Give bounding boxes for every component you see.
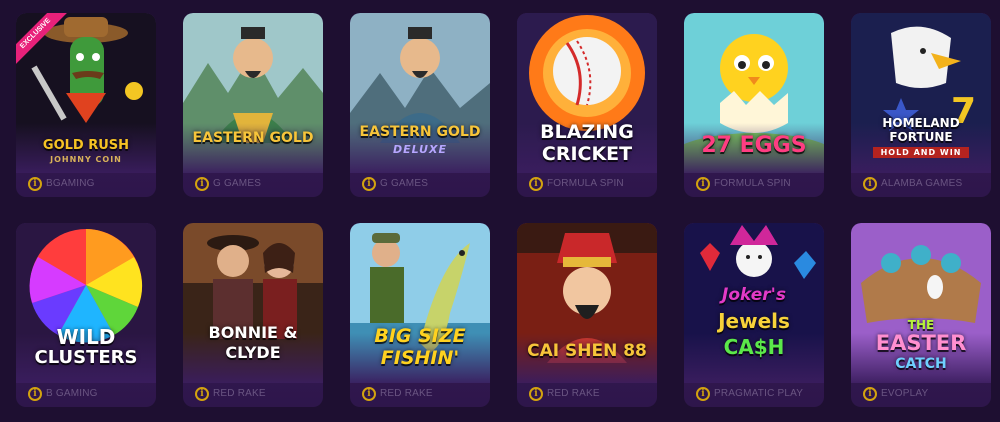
game-title: GOLD RUSH [42,138,130,153]
game-thumbnail[interactable]: EASTERN GOLD [183,13,323,173]
game-provider: EVOPLAY [881,388,929,399]
game-thumbnail[interactable]: WILD CLUSTERS [16,223,156,383]
info-icon[interactable]: i [696,387,710,401]
game-title-line2: Jewels [718,309,790,333]
info-icon[interactable]: i [863,177,877,191]
game-title-line2: CRICKET [541,143,633,165]
game-title: HOMELAND [882,116,960,130]
game-provider: PRAGMATIC PLAY [714,388,804,399]
game-title: EASTERN GOLD [359,124,481,140]
info-icon[interactable]: i [529,387,543,401]
game-grid: GOLD RUSH JOHNNY COIN EXCLUSIVE i BGAMIN… [0,0,1000,422]
game-title: EASTERN GOLD [192,130,314,146]
game-thumbnail[interactable]: 27 EGGS [684,13,824,173]
game-thumbnail[interactable]: BIG SIZE FISHIN' [350,223,490,383]
game-card-eastern-gold[interactable]: EASTERN GOLD i G GAMES [183,13,323,197]
game-title-line3: CATCH [895,356,947,372]
game-title: BLAZING [540,121,634,143]
game-title-line2: FISHIN' [380,347,460,369]
game-card-bonnie-clyde[interactable]: BONNIE & CLYDE i RED RAKE [183,223,323,407]
game-title: CAI SHEN 88 [527,341,647,361]
game-card-homeland-fortune[interactable]: 7 HOMELAND FORTUNE HOLD AND WIN i ALAMBA… [851,13,991,197]
game-provider: RED RAKE [380,388,433,399]
info-icon[interactable]: i [863,387,877,401]
game-provider: RED RAKE [213,388,266,399]
info-icon[interactable]: i [28,177,42,191]
game-card-jokers-jewels-cash[interactable]: Joker's Jewels CA$H i PRAGMATIC PLAY [684,223,824,407]
game-thumbnail[interactable]: Joker's Jewels CA$H [684,223,824,383]
game-subtitle: JOHNNY COIN [50,155,122,164]
game-provider: ALAMBA GAMES [881,178,963,189]
info-icon[interactable]: i [696,177,710,191]
game-title: BONNIE & [208,323,298,342]
game-card-big-size-fishin[interactable]: BIG SIZE FISHIN' i RED RAKE [350,223,490,407]
game-thumbnail[interactable]: THE EASTER CATCH [851,223,991,383]
game-title: Joker's [722,285,786,305]
info-icon[interactable]: i [28,387,42,401]
game-provider: FORMULA SPIN [547,178,624,189]
game-provider: B GAMING [46,388,98,399]
game-title: 27 EGGS [701,133,807,158]
game-subtitle: HOLD AND WIN [873,147,969,158]
game-card-27-eggs[interactable]: 27 EGGS i FORMULA SPIN [684,13,824,197]
info-icon[interactable]: i [362,387,376,401]
game-thumbnail[interactable]: EASTERN GOLD DELUXE [350,13,490,173]
game-title-line2: CLYDE [225,343,281,362]
game-provider: BGAMING [46,178,95,189]
info-icon[interactable]: i [195,177,209,191]
game-title-line2: CLUSTERS [34,347,138,368]
info-icon[interactable]: i [195,387,209,401]
game-card-eastern-gold-deluxe[interactable]: EASTERN GOLD DELUXE i G GAMES [350,13,490,197]
game-thumbnail[interactable]: BLAZING CRICKET [517,13,657,173]
game-card-blazing-cricket[interactable]: BLAZING CRICKET i FORMULA SPIN [517,13,657,197]
game-title: BIG SIZE [374,325,466,347]
game-title-line2: FORTUNE [889,130,953,144]
game-title-line3: CA$H [723,335,785,359]
game-card-the-easter-catch[interactable]: THE EASTER CATCH i EVOPLAY [851,223,991,407]
game-provider: RED RAKE [547,388,600,399]
game-card-gold-rush[interactable]: GOLD RUSH JOHNNY COIN EXCLUSIVE i BGAMIN… [16,13,156,197]
game-provider: G GAMES [380,178,429,189]
game-card-cai-shen-88[interactable]: CAI SHEN 88 i RED RAKE [517,223,657,407]
game-thumbnail[interactable]: CAI SHEN 88 [517,223,657,383]
info-icon[interactable]: i [529,177,543,191]
game-thumbnail[interactable]: BONNIE & CLYDE [183,223,323,383]
game-title: WILD [56,325,116,349]
game-provider: FORMULA SPIN [714,178,791,189]
game-provider: G GAMES [213,178,262,189]
game-card-wild-clusters[interactable]: WILD CLUSTERS i B GAMING [16,223,156,407]
game-subtitle: DELUXE [393,143,447,156]
game-title: THE [907,318,935,332]
info-icon[interactable]: i [362,177,376,191]
game-title-line2: EASTER [875,331,967,355]
game-thumbnail[interactable]: 7 HOMELAND FORTUNE HOLD AND WIN [851,13,991,173]
eastern-gold-artwork [183,13,323,173]
